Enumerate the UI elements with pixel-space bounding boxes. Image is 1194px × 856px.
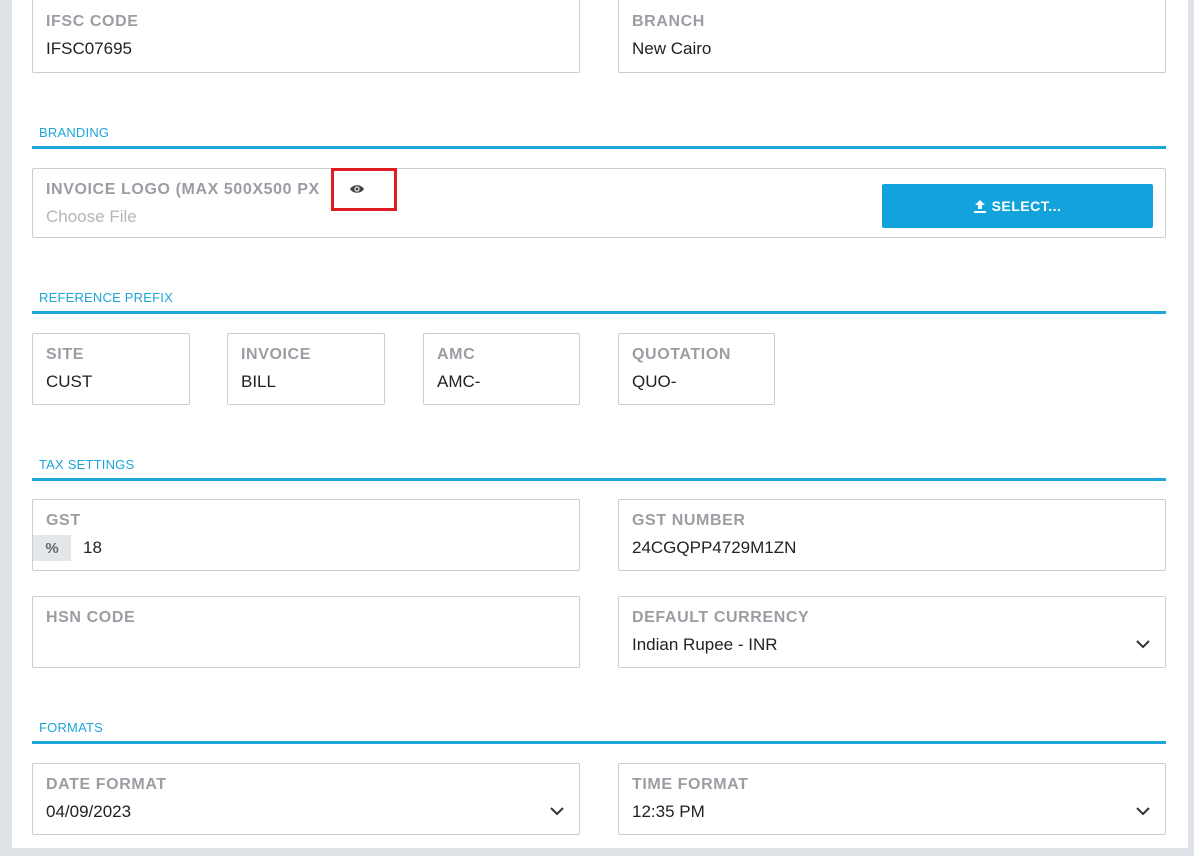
select-button-label: SELECT... xyxy=(991,198,1062,214)
date-format-select[interactable]: DATE FORMAT 04/09/2023 xyxy=(32,763,580,835)
gst-field[interactable]: GST % 18 xyxy=(32,499,580,571)
gst-value[interactable]: 18 xyxy=(83,538,102,558)
quotation-prefix-value: QUO- xyxy=(632,372,677,391)
ifsc-code-label: IFSC CODE xyxy=(46,13,139,30)
gst-number-value: 24CGQPP4729M1ZN xyxy=(632,538,797,557)
choose-file-placeholder[interactable]: Choose File xyxy=(46,207,137,227)
time-format-value: 12:35 PM xyxy=(632,802,705,821)
branding-section-title: BRANDING xyxy=(39,125,110,140)
branch-label: BRANCH xyxy=(632,13,705,30)
hsn-code-field[interactable]: HSN CODE xyxy=(32,596,580,668)
date-format-value: 04/09/2023 xyxy=(46,802,132,821)
chevron-down-icon[interactable] xyxy=(549,806,565,816)
upload-icon xyxy=(973,199,986,213)
eye-icon[interactable] xyxy=(349,183,365,195)
hsn-code-label: HSN CODE xyxy=(46,609,136,626)
site-prefix-value: CUST xyxy=(46,372,93,391)
amc-prefix-label: AMC xyxy=(437,346,476,363)
amc-prefix-field[interactable]: AMC AMC- xyxy=(423,333,580,405)
tax-settings-divider xyxy=(32,478,1166,481)
tax-settings-section-title: TAX SETTINGS xyxy=(39,457,135,472)
branch-value: New Cairo xyxy=(632,39,712,58)
reference-prefix-divider xyxy=(32,311,1166,314)
default-currency-value: Indian Rupee - INR xyxy=(632,635,778,654)
invoice-prefix-field[interactable]: INVOICE BILL xyxy=(227,333,385,405)
reference-prefix-section-title: REFERENCE PREFIX xyxy=(39,290,173,305)
formats-section-title: FORMATS xyxy=(39,720,103,735)
ifsc-code-value: IFSC07695 xyxy=(46,39,132,58)
invoice-prefix-label: INVOICE xyxy=(241,346,311,363)
gst-number-label: GST NUMBER xyxy=(632,512,746,529)
branding-divider xyxy=(32,146,1166,149)
date-format-label: DATE FORMAT xyxy=(46,776,167,793)
select-file-button[interactable]: SELECT... xyxy=(882,184,1153,228)
settings-panel: IFSC CODE IFSC07695 BRANCH New Cairo BRA… xyxy=(12,0,1188,848)
quotation-prefix-field[interactable]: QUOTATION QUO- xyxy=(618,333,775,405)
branch-field[interactable]: BRANCH New Cairo xyxy=(618,0,1166,73)
time-format-label: TIME FORMAT xyxy=(632,776,749,793)
amc-prefix-value: AMC- xyxy=(437,372,481,391)
chevron-down-icon[interactable] xyxy=(1135,806,1151,816)
invoice-prefix-value: BILL xyxy=(241,372,276,391)
gst-label: GST xyxy=(46,512,81,529)
percent-addon: % xyxy=(33,535,71,561)
chevron-down-icon[interactable] xyxy=(1135,639,1151,649)
site-prefix-label: SITE xyxy=(46,346,84,363)
invoice-logo-label: INVOICE LOGO (MAX 500X500 PX xyxy=(46,181,320,198)
default-currency-label: DEFAULT CURRENCY xyxy=(632,609,810,626)
time-format-select[interactable]: TIME FORMAT 12:35 PM xyxy=(618,763,1166,835)
default-currency-select[interactable]: DEFAULT CURRENCY Indian Rupee - INR xyxy=(618,596,1166,668)
formats-divider xyxy=(32,741,1166,744)
quotation-prefix-label: QUOTATION xyxy=(632,346,732,363)
ifsc-code-field[interactable]: IFSC CODE IFSC07695 xyxy=(32,0,580,73)
site-prefix-field[interactable]: SITE CUST xyxy=(32,333,190,405)
gst-number-field[interactable]: GST NUMBER 24CGQPP4729M1ZN xyxy=(618,499,1166,571)
